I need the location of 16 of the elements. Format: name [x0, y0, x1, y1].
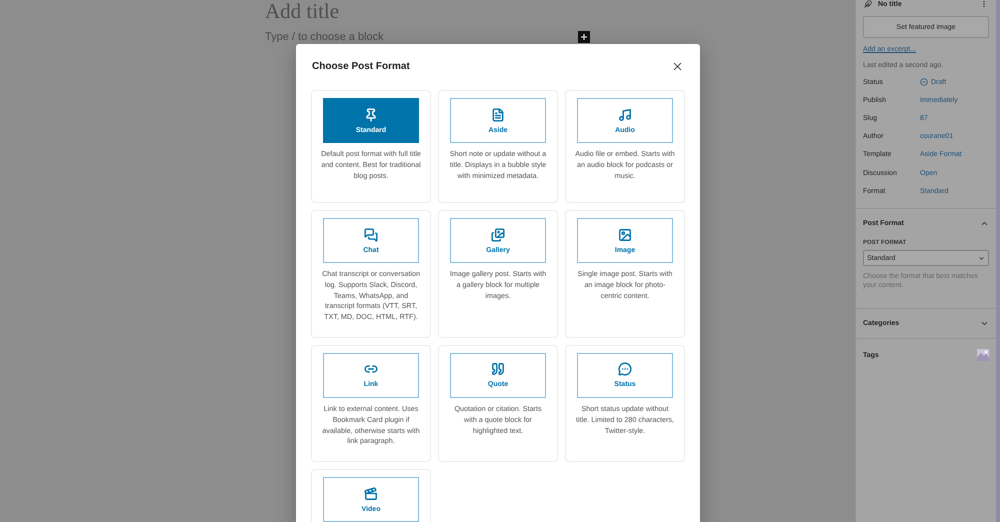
chat-bubbles-icon [364, 228, 378, 242]
images-icon [491, 228, 505, 242]
image-icon [618, 228, 632, 242]
pin-icon [364, 108, 378, 122]
document-icon [491, 108, 505, 122]
block-placeholder[interactable]: Type / to choose a block [265, 31, 384, 43]
dialog-title: Choose Post Format [312, 60, 410, 72]
music-note-icon [618, 108, 632, 122]
add-block-button[interactable] [578, 31, 590, 43]
chevron-down-icon [978, 254, 985, 262]
plus-icon [580, 33, 588, 41]
clapperboard-icon [364, 486, 378, 501]
quote-icon [491, 362, 505, 376]
status-icon [920, 78, 928, 86]
speech-bubble-icon [618, 362, 632, 376]
feather-icon [864, 0, 872, 8]
